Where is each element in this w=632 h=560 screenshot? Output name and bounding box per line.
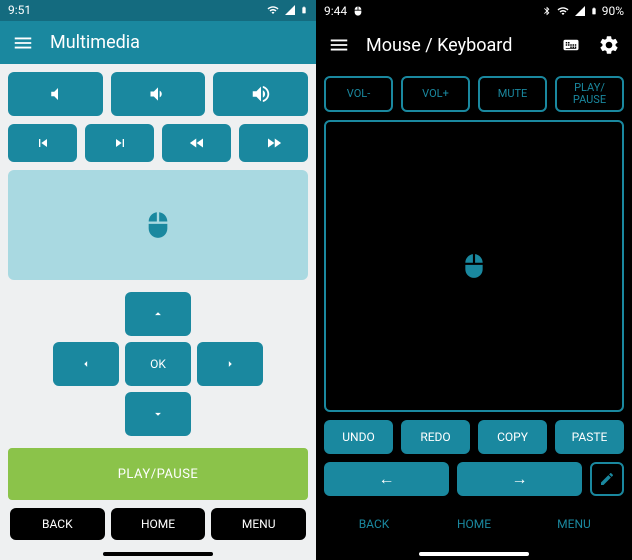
volume-mid-button[interactable] xyxy=(111,72,206,116)
nav-back[interactable]: BACK xyxy=(324,504,424,544)
arrow-right-button[interactable]: → xyxy=(457,462,582,496)
volume-up-button[interactable] xyxy=(213,72,308,116)
forward-button[interactable] xyxy=(239,124,308,162)
nav-bar: BACK HOME MENU xyxy=(324,504,624,544)
mute-button[interactable]: MUTE xyxy=(478,76,547,112)
status-icons: 90% xyxy=(542,4,624,18)
nav-back[interactable]: BACK xyxy=(10,508,105,540)
redo-button[interactable]: REDO xyxy=(401,420,470,454)
status-bar: 9:51 xyxy=(0,0,316,21)
battery-icon xyxy=(300,3,308,17)
app-bar: Mouse / Keyboard xyxy=(316,22,632,68)
page-title: Mouse / Keyboard xyxy=(366,35,544,56)
gesture-bar xyxy=(103,552,213,556)
paste-button[interactable]: PASTE xyxy=(555,420,624,454)
gesture-bar xyxy=(419,552,529,556)
vol-down-button[interactable]: VOL- xyxy=(324,76,393,112)
menu-icon[interactable] xyxy=(328,34,350,56)
trackpad[interactable] xyxy=(8,170,308,280)
menu-icon[interactable] xyxy=(12,32,34,54)
trackpad[interactable] xyxy=(324,120,624,412)
wifi-icon xyxy=(266,4,280,16)
clock: 9:51 xyxy=(8,3,31,17)
status-bar: 9:44 90% xyxy=(316,0,632,22)
pencil-icon xyxy=(599,471,615,487)
edit-button[interactable] xyxy=(590,462,624,496)
dpad-down[interactable] xyxy=(125,392,191,436)
nav-menu[interactable]: MENU xyxy=(524,504,624,544)
play-pause-button[interactable]: PLAY/PAUSE xyxy=(8,448,308,500)
dpad-up[interactable] xyxy=(125,292,191,336)
page-title: Multimedia xyxy=(50,32,304,53)
rewind-button[interactable] xyxy=(162,124,231,162)
vol-up-button[interactable]: VOL+ xyxy=(401,76,470,112)
dpad-left[interactable] xyxy=(53,342,119,386)
status-icons xyxy=(266,3,308,17)
copy-button[interactable]: COPY xyxy=(478,420,547,454)
clock: 9:44 xyxy=(324,4,347,18)
arrow-left-button[interactable]: ← xyxy=(324,462,449,496)
battery-percent: 90% xyxy=(602,4,624,18)
signal-icon xyxy=(284,4,296,16)
mouse-icon xyxy=(144,211,172,239)
settings-icon[interactable] xyxy=(598,34,620,56)
mouse-status-icon xyxy=(353,5,363,17)
next-button[interactable] xyxy=(85,124,154,162)
keyboard-icon[interactable] xyxy=(560,34,582,56)
battery-icon xyxy=(590,4,598,18)
signal-icon xyxy=(574,5,586,17)
undo-button[interactable]: UNDO xyxy=(324,420,393,454)
previous-button[interactable] xyxy=(8,124,77,162)
play-pause-button[interactable]: PLAY/ PAUSE xyxy=(555,76,624,112)
bluetooth-icon xyxy=(542,4,552,18)
multimedia-screen: 9:51 Multimedia xyxy=(0,0,316,560)
nav-home[interactable]: HOME xyxy=(111,508,206,540)
dpad-right[interactable] xyxy=(197,342,263,386)
mouse-keyboard-screen: 9:44 90% Mouse / Keyboard xyxy=(316,0,632,560)
mouse-icon xyxy=(461,253,487,279)
dpad: OK xyxy=(8,292,308,436)
nav-menu[interactable]: MENU xyxy=(211,508,306,540)
nav-bar: BACK HOME MENU xyxy=(8,508,308,544)
dpad-ok[interactable]: OK xyxy=(125,342,191,386)
volume-down-button[interactable] xyxy=(8,72,103,116)
wifi-icon xyxy=(556,5,570,17)
app-bar: Multimedia xyxy=(0,21,316,64)
nav-home[interactable]: HOME xyxy=(424,504,524,544)
